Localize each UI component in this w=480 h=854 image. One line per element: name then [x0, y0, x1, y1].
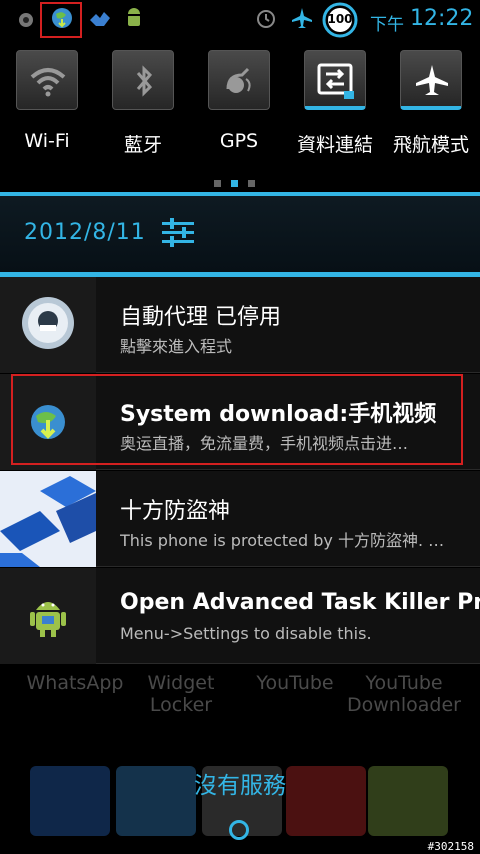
android-icon	[128, 8, 140, 26]
tile-label-airplane-mode: 飛航模式	[392, 134, 469, 156]
gps-icon	[226, 67, 251, 93]
selection-highlight	[40, 2, 82, 38]
bluetooth-toggle[interactable]	[112, 50, 174, 110]
settings-sliders-icon[interactable]	[160, 216, 196, 250]
tile-data-link[interactable]: 資料連結	[288, 50, 382, 170]
date-row: 2012/8/11	[0, 196, 480, 272]
notification-text: This phone is protected by 十方防盜神. …	[120, 531, 445, 550]
cube-pattern-icon	[0, 471, 96, 567]
data-link-toggle[interactable]	[304, 50, 366, 110]
tile-label-gps: GPS	[219, 130, 259, 152]
tile-label-data-link: 資料連結	[296, 134, 373, 156]
tile-wifi[interactable]: Wi-Fi	[0, 50, 94, 170]
selection-highlight	[11, 374, 463, 465]
app-label-youtube-downloader[interactable]: YouTube Downloader	[344, 672, 464, 716]
watermark: #302158	[427, 840, 474, 853]
airplane-icon	[292, 8, 312, 28]
airplane-mode-toggle[interactable]	[400, 50, 462, 110]
quick-settings: Wi-Fi 藍牙 GPS 資料連結 飛航模式	[0, 38, 480, 198]
notification-text: Menu->Settings to disable this.	[120, 624, 372, 643]
app-label-whatsapp[interactable]: WhatsApp	[20, 672, 130, 694]
app-label-youtube[interactable]: YouTube	[240, 672, 350, 694]
tile-label-bluetooth: 藍牙	[123, 134, 162, 156]
clock: 12:22	[410, 6, 474, 31]
tile-bluetooth[interactable]: 藍牙	[96, 50, 190, 170]
gps-toggle[interactable]	[208, 50, 270, 110]
notification-icon-box	[0, 568, 96, 664]
notification-title: 自動代理 已停用	[120, 305, 281, 330]
notification-text: 點擊來進入程式	[120, 337, 233, 356]
tile-airplane-mode[interactable]: 飛航模式	[384, 50, 478, 170]
notification-item[interactable]: 自動代理 已停用 點擊來進入程式	[0, 277, 480, 373]
alarm-icon	[257, 10, 275, 28]
wifi-toggle[interactable]	[16, 50, 78, 110]
notification-title: Open Advanced Task Killer Pro	[120, 590, 480, 615]
android-icon	[30, 602, 66, 637]
page-dot	[248, 180, 255, 187]
handshake-icon	[90, 12, 110, 26]
app-label-widget-locker[interactable]: Widget Locker	[126, 672, 236, 716]
date-label: 2012/8/11	[24, 220, 146, 245]
settings-small-icon	[19, 13, 33, 27]
wifi-icon	[30, 68, 66, 97]
carrier-status: 沒有服務	[194, 773, 286, 799]
shade-handle-icon[interactable]	[229, 820, 249, 840]
page-dot	[214, 180, 221, 187]
notification-item[interactable]: Open Advanced Task Killer Pro Menu->Sett…	[0, 568, 480, 664]
status-bar: 100 下午 12:22	[0, 0, 480, 38]
notification-item[interactable]: 十方防盜神 This phone is protected by 十方防盜神. …	[0, 471, 480, 567]
notification-icon-box	[0, 277, 96, 373]
notification-title: 十方防盜神	[120, 499, 231, 524]
battery-level: 100	[327, 12, 353, 26]
airplane-mode-icon	[416, 65, 448, 95]
proxy-icon	[22, 297, 74, 349]
home-screen-background: WhatsApp Widget Locker YouTube YouTube D…	[0, 664, 480, 854]
tile-label-wifi: Wi-Fi	[24, 130, 70, 152]
notification-icon-box	[0, 471, 96, 567]
data-link-icon	[317, 63, 354, 99]
page-indicator	[214, 172, 265, 191]
tile-gps[interactable]: GPS	[192, 50, 286, 170]
time-ampm: 下午	[370, 15, 404, 35]
bluetooth-icon	[136, 65, 153, 97]
page-dot-active	[231, 180, 238, 187]
